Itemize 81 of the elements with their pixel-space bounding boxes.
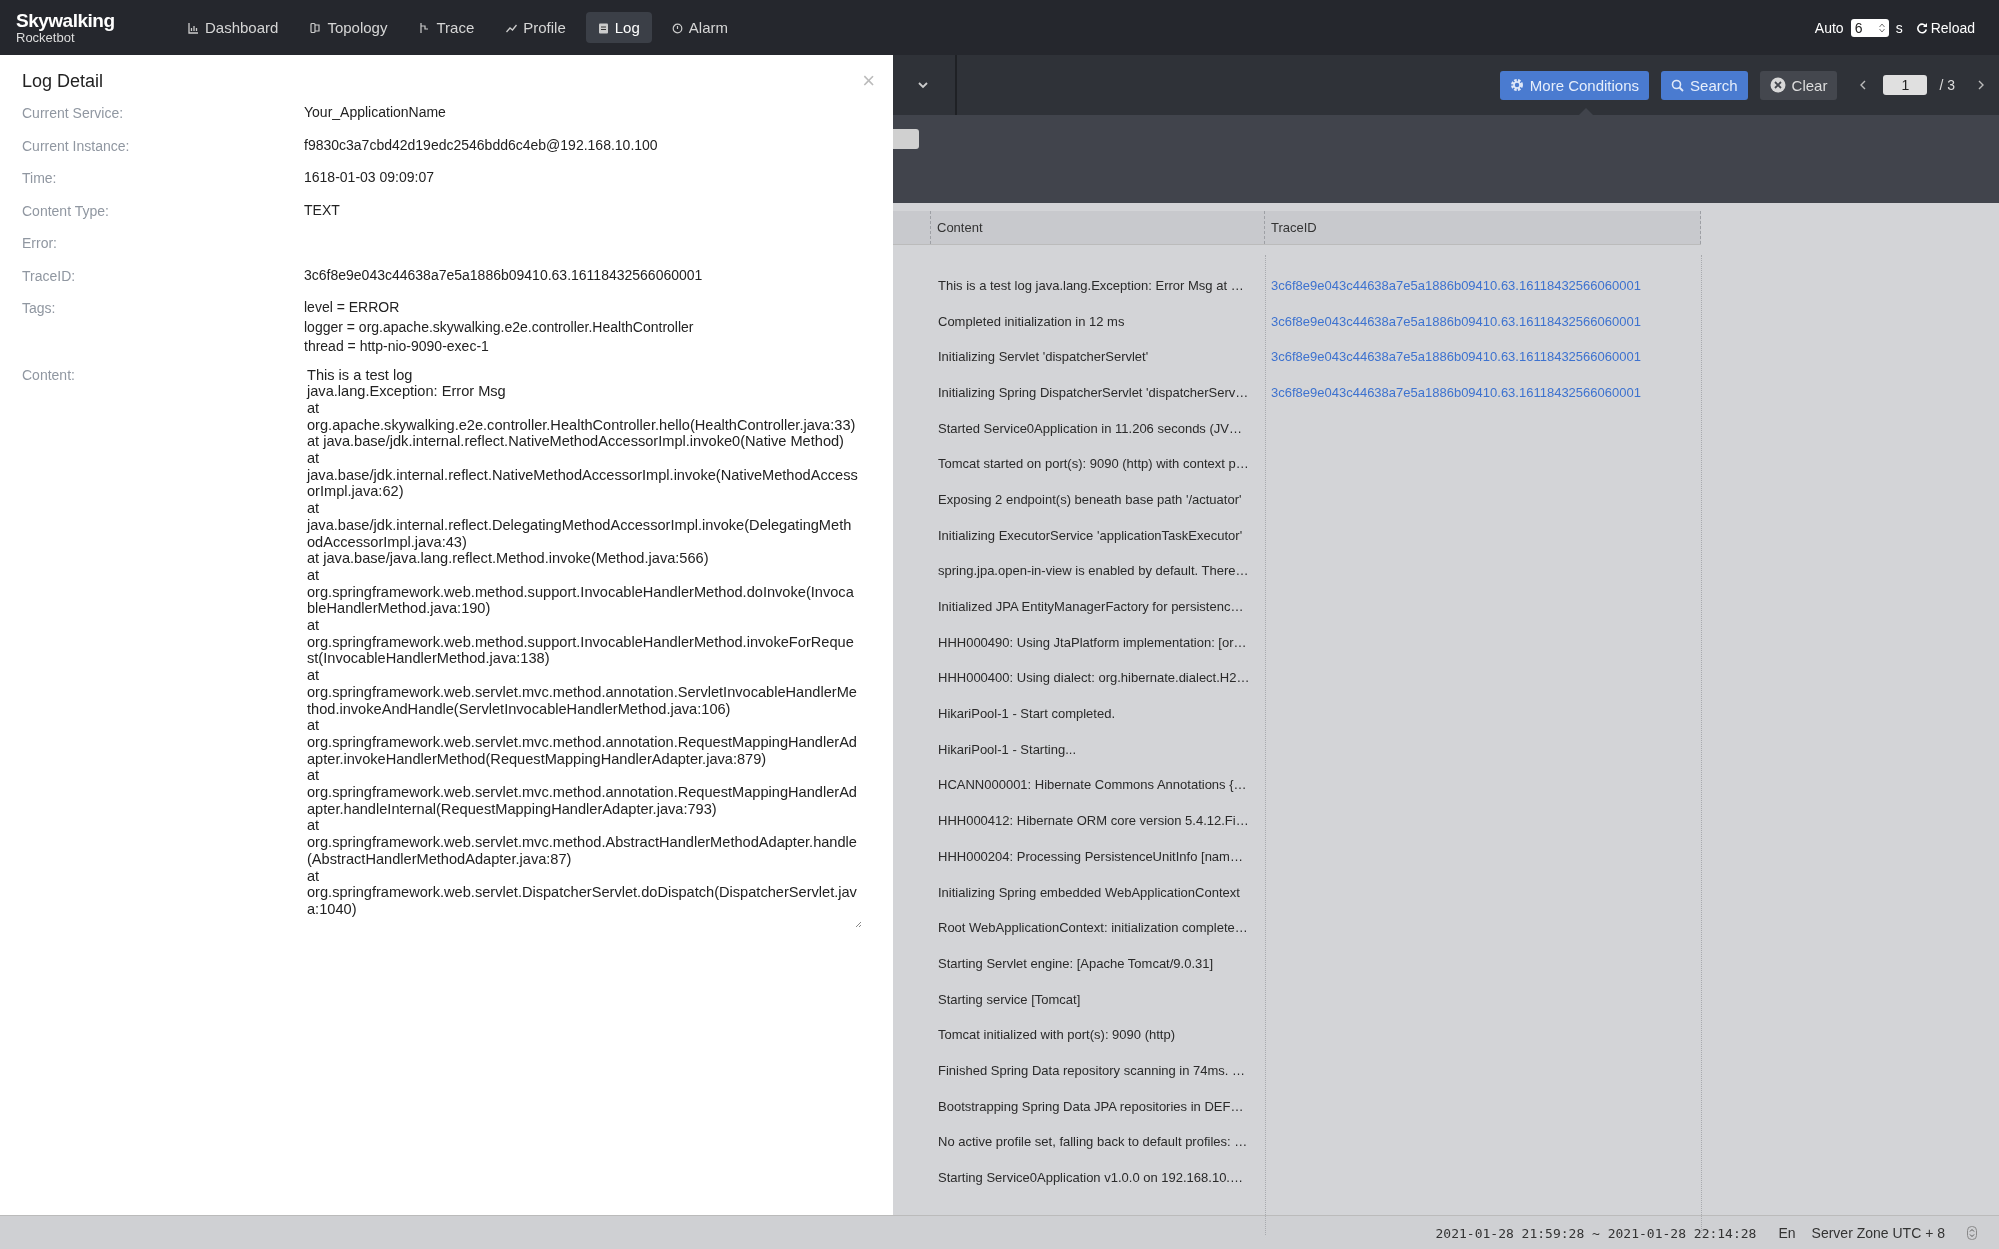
field-value: thread = http-nio-9090-exec-1 bbox=[304, 337, 490, 356]
log-content-cell[interactable]: HHH000412: Hibernate ORM core version 5.4.12.Fi… bbox=[938, 813, 1249, 829]
field-label: Error: bbox=[22, 234, 58, 253]
column-header: Content bbox=[931, 211, 1265, 244]
alarm-icon bbox=[671, 21, 683, 34]
field-label: Tags: bbox=[22, 299, 57, 318]
log-content-cell[interactable]: Root WebApplicationContext: initialization complete… bbox=[938, 920, 1248, 936]
reload-icon bbox=[1915, 21, 1928, 34]
field-value: f9830c3a7cbd42d19edc2546bdd6c4eb@192.168.10.100 bbox=[304, 135, 658, 155]
content-field[interactable]: This is a test log java.lang.Exception: Error Msg at org.apache.skywalking.e2e.controller.HealthController.hello(HealthController.java:33) at java.base/jdk.internal.reflect.NativeMethodAccessorImpl.invoke0(Native Method) at java.base/jdk.internal.reflect.NativeMethodAccessorImpl.invoke(NativeMethodAccessorImpl.java:62) at java.base/jdk.internal.reflect.DelegatingMethodAccessorImpl.invoke(DelegatingMethodAccessorImpl.java:43) at java.base/java.lang.reflect.Method.invoke(Method.java:566) at org.springframework.web.method.support.InvocableHandlerMethod.doInvoke(InvocableHandlerMethod.java:190) at org.springframework.web.method.support.InvocableHandlerMethod.invokeForRequest(InvocableHandlerMethod.java:138) at org.springframework.web.servlet.mvc.method.annotation.ServletInvocableHandlerMethod.invokeAndHandle(ServletInvocableHandlerMethod.java:106) at org.springframework.web.servlet.mvc.method.annotation.RequestMappingHandlerAdapter.invokeHandlerMethod(RequestMappingHandlerAdapter.java:879) at org.springframework.web.servlet.mvc.method.annotation.RequestMappingHandlerAdapter.handleInternal(RequestMappingHandlerAdapter.java:793) at org.springframework.web.servlet.mvc.method.AbstractHandlerMethodAdapter.handle(AbstractHandlerMethodAdapter.java:87) at org.springframework.web.servlet.DispatcherServlet.doDispatch(DispatcherServlet.java:1040) bbox=[304, 363, 864, 930]
log-content-cell[interactable]: HCANN000001: Hibernate Commons Annotations {… bbox=[938, 777, 1247, 793]
next-page-icon[interactable] bbox=[1977, 79, 1985, 91]
log-content-cell[interactable]: HHH000204: Processing PersistenceUnitInfo [nam… bbox=[938, 848, 1243, 864]
condition-field[interactable] bbox=[893, 129, 919, 149]
log-content-cell[interactable]: Tomcat initialized with port(s): 9090 (http) bbox=[938, 1027, 1175, 1043]
toolbar-button[interactable]: More Conditions bbox=[1499, 70, 1650, 100]
log-content-cell[interactable]: Completed initialization in 12 ms bbox=[938, 313, 1125, 329]
page-field[interactable]: 1 bbox=[1883, 75, 1928, 95]
chart-icon bbox=[188, 21, 199, 34]
field-label: TraceID: bbox=[22, 266, 77, 286]
field-value: TEXT bbox=[304, 200, 340, 220]
auto-label: Auto bbox=[1814, 19, 1844, 36]
field-value: Your_ApplicationName bbox=[304, 103, 446, 122]
log-content-cell[interactable]: spring.jpa.open-in-view is enabled by default. There… bbox=[938, 563, 1249, 579]
field-value: 1618-01-03 09:09:07 bbox=[304, 168, 434, 187]
log-content-cell[interactable]: HikariPool-1 - Starting... bbox=[938, 741, 1076, 757]
log-content-cell[interactable]: HHH000490: Using JtaPlatform implementation: [or… bbox=[938, 634, 1247, 650]
log-content-cell[interactable]: This is a test log java.lang.Exception: Error Msg at … bbox=[938, 277, 1244, 293]
chevron-down-icon[interactable] bbox=[917, 81, 929, 89]
log-content-cell[interactable]: Initializing Spring embedded WebApplicationContext bbox=[938, 884, 1240, 900]
field-value: 3c6f8e9e043c44638a7e5a1886b09410.63.16118432566060001 bbox=[304, 265, 703, 285]
logo-subtitle: Rocketbot bbox=[16, 31, 75, 44]
language-toggle[interactable]: En bbox=[1778, 1225, 1796, 1241]
column-header: TraceID bbox=[1265, 211, 1701, 244]
clipboard-icon bbox=[597, 21, 609, 34]
field-label: Current Service: bbox=[22, 104, 125, 123]
field-value: logger = org.apache.skywalking.e2e.controller.HealthController bbox=[304, 317, 694, 337]
log-content-cell[interactable]: No active profile set, falling back to default profiles: … bbox=[938, 1134, 1248, 1150]
toolbar-button[interactable]: Clear bbox=[1759, 70, 1838, 100]
page-total: / 3 bbox=[1939, 77, 1955, 93]
nav-tab[interactable]: Topology bbox=[298, 12, 400, 43]
log-content-cell[interactable]: HHH000400: Using dialect: org.hibernate.dialect.H2… bbox=[938, 670, 1250, 686]
reload-button[interactable]: Reload bbox=[1915, 19, 1975, 36]
resize-handle-icon[interactable] bbox=[854, 919, 862, 928]
log-content-cell[interactable]: Initialized JPA EntityManagerFactory for persistenc… bbox=[938, 599, 1244, 615]
interval-field[interactable]: 6 bbox=[1850, 18, 1889, 37]
field-label: Content Type: bbox=[22, 201, 110, 221]
log-content-cell[interactable]: Finished Spring Data repository scanning in 74ms. … bbox=[938, 1062, 1246, 1078]
nav-tab[interactable]: Dashboard bbox=[176, 12, 291, 43]
unit-label: s bbox=[1895, 19, 1903, 36]
log-content-cell[interactable]: Started Service0Application in 11.206 seconds (JV… bbox=[938, 420, 1242, 436]
server-zone: Server Zone UTC + 8 bbox=[1811, 1225, 1945, 1241]
log-content-cell[interactable]: Initializing Servlet 'dispatcherServlet' bbox=[938, 349, 1149, 365]
log-content-cell[interactable]: Starting Service0Application v1.0.0 on 192.168.10.… bbox=[938, 1170, 1243, 1186]
log-content-cell[interactable]: Bootstrapping Spring Data JPA repositories in DEF… bbox=[938, 1098, 1244, 1114]
drawer-title: Log Detail bbox=[22, 70, 104, 92]
nav-tab[interactable]: Alarm bbox=[659, 12, 740, 43]
log-content-cell[interactable]: Starting Servlet engine: [Apache Tomcat/9.0.31] bbox=[938, 955, 1214, 971]
clear-icon bbox=[1769, 77, 1786, 93]
log-content-cell[interactable]: Starting service [Tomcat] bbox=[938, 991, 1081, 1007]
search-icon bbox=[1671, 78, 1685, 92]
nav-tab[interactable]: Profile bbox=[494, 12, 578, 43]
log-content-cell[interactable]: Tomcat started on port(s): 9090 (http) with context p… bbox=[938, 456, 1249, 472]
gear-icon bbox=[1509, 78, 1524, 92]
log-content-cell[interactable]: Initializing ExecutorService 'applicationTaskExecutor' bbox=[938, 527, 1243, 543]
branch-icon bbox=[419, 21, 431, 34]
log-content-cell[interactable]: Exposing 2 endpoint(s) beneath base path '/actuator' bbox=[938, 491, 1242, 507]
nav-tab[interactable]: Log bbox=[585, 12, 652, 43]
topology-icon bbox=[310, 21, 322, 34]
log-content-cell[interactable]: Initializing Spring DispatcherServlet 'dispatcherServ… bbox=[938, 384, 1249, 400]
nav-tab[interactable]: Trace bbox=[407, 12, 487, 43]
spinner-icon bbox=[1878, 22, 1885, 33]
logo-text: Skywalking bbox=[16, 11, 116, 31]
log-content-cell[interactable]: HikariPool-1 - Start completed. bbox=[938, 706, 1115, 722]
field-label: Current Instance: bbox=[22, 136, 131, 156]
previous-page-icon[interactable] bbox=[1859, 79, 1868, 91]
field-label: Content: bbox=[22, 365, 76, 384]
toolbar-button[interactable]: Search bbox=[1661, 70, 1748, 100]
time-range[interactable]: 2021-01-28 21:59:28 ~ 2021-01-28 22:14:28 bbox=[1435, 1225, 1757, 1241]
field-value: level = ERROR bbox=[304, 298, 401, 317]
field-label: Time: bbox=[22, 169, 58, 188]
